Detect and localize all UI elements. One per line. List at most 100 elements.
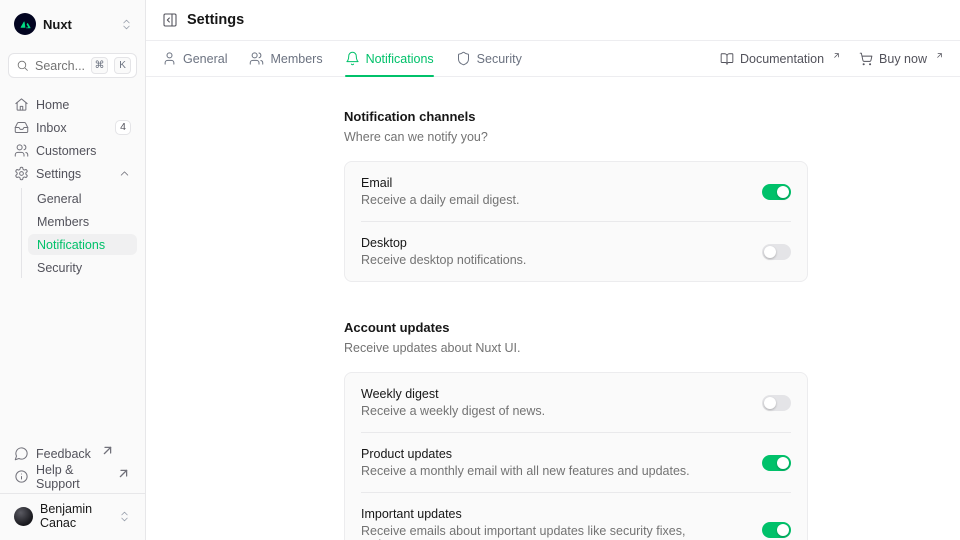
tab-bar: General Members Notifications Security D… <box>146 41 960 77</box>
action-label: Documentation <box>740 52 824 66</box>
section-title: Account updates <box>344 320 808 335</box>
email-toggle[interactable] <box>762 184 791 200</box>
setting-title: Desktop <box>361 236 746 250</box>
nuxt-logo-icon <box>14 13 36 35</box>
setting-title: Email <box>361 176 746 190</box>
setting-description: Receive emails about important updates l… <box>361 524 746 540</box>
setting-description: Receive a weekly digest of news. <box>361 404 746 418</box>
inbox-icon <box>14 120 29 135</box>
sidebar-subitem-members[interactable]: Members <box>28 211 137 232</box>
subitem-label: Members <box>37 215 89 229</box>
tab-label: Security <box>477 52 522 66</box>
kbd-command: ⌘ <box>91 57 108 74</box>
sidebar-nav: Home Inbox 4 Customers Settings General … <box>8 94 137 278</box>
section-title: Notification channels <box>344 109 808 124</box>
tab-members[interactable]: Members <box>249 41 322 76</box>
user-name: Benjamin Canac <box>40 502 111 530</box>
header-actions: Documentation Buy now <box>720 51 944 67</box>
external-link-icon <box>935 51 944 60</box>
sidebar-item-help-support[interactable]: Help & Support <box>8 466 137 487</box>
page-header: Settings <box>146 0 960 41</box>
gear-icon <box>14 166 29 181</box>
section-description: Receive updates about Nuxt UI. <box>344 341 808 355</box>
settings-card: Weekly digest Receive a weekly digest of… <box>344 372 808 540</box>
sidebar-footer: Feedback Help & Support <box>8 443 137 493</box>
search-input[interactable]: Search... ⌘ K <box>8 53 137 78</box>
sidebar-subitem-general[interactable]: General <box>28 188 137 209</box>
tab-security[interactable]: Security <box>456 41 522 76</box>
panel-collapse-icon[interactable] <box>162 12 178 28</box>
user-icon <box>162 51 177 66</box>
important-updates-toggle[interactable] <box>762 522 791 538</box>
setting-row-weekly-digest: Weekly digest Receive a weekly digest of… <box>345 373 807 432</box>
action-label: Buy now <box>879 52 927 66</box>
external-link-icon <box>116 466 131 481</box>
weekly-digest-toggle[interactable] <box>762 395 791 411</box>
subitem-label: General <box>37 192 81 206</box>
workspace-name: Nuxt <box>43 17 72 32</box>
search-placeholder: Search... <box>35 59 85 73</box>
user-menu[interactable]: Benjamin Canac <box>8 494 137 532</box>
section-description: Where can we notify you? <box>344 130 808 144</box>
setting-row-product-updates: Product updates Receive a monthly email … <box>345 433 807 492</box>
main-panel: Settings General Members Notifications S… <box>146 0 960 540</box>
product-updates-toggle[interactable] <box>762 455 791 471</box>
sidebar-item-feedback[interactable]: Feedback <box>8 443 137 464</box>
workspace-switcher[interactable]: Nuxt <box>8 8 137 40</box>
sidebar-spacer <box>8 278 137 443</box>
sidebar-item-settings[interactable]: Settings <box>8 163 137 184</box>
users-icon <box>249 51 264 66</box>
sidebar-subitem-notifications[interactable]: Notifications <box>28 234 137 255</box>
tab-label: General <box>183 52 227 66</box>
info-circle-icon <box>14 469 29 484</box>
sidebar-item-label: Customers <box>36 144 96 158</box>
inbox-count-badge: 4 <box>115 120 131 135</box>
sidebar-item-label: Settings <box>36 167 81 181</box>
setting-row-important-updates: Important updates Receive emails about i… <box>345 493 807 540</box>
chat-bubble-icon <box>14 446 29 461</box>
chevrons-up-down-icon <box>118 510 131 523</box>
chevron-up-icon <box>118 167 131 180</box>
tab-general[interactable]: General <box>162 41 227 76</box>
page-title: Settings <box>187 12 244 28</box>
search-icon <box>16 59 29 72</box>
sidebar-item-label: Home <box>36 98 69 112</box>
setting-title: Important updates <box>361 507 746 521</box>
sidebar-item-customers[interactable]: Customers <box>8 140 137 161</box>
setting-description: Receive a daily email digest. <box>361 193 746 207</box>
subitem-label: Security <box>37 261 82 275</box>
users-icon <box>14 143 29 158</box>
tab-label: Notifications <box>366 52 434 66</box>
tab-notifications[interactable]: Notifications <box>345 41 434 76</box>
sidebar-item-inbox[interactable]: Inbox 4 <box>8 117 137 138</box>
sidebar: Nuxt Search... ⌘ K Home Inbox 4 Customer… <box>0 0 146 540</box>
shopping-cart-icon <box>859 52 873 66</box>
desktop-toggle[interactable] <box>762 244 791 260</box>
buy-now-button[interactable]: Buy now <box>859 51 944 67</box>
sidebar-item-label: Inbox <box>36 121 67 135</box>
bell-icon <box>345 51 360 66</box>
setting-row-desktop: Desktop Receive desktop notifications. <box>345 222 807 281</box>
tab-label: Members <box>270 52 322 66</box>
subitem-label: Notifications <box>37 238 105 252</box>
setting-title: Product updates <box>361 447 746 461</box>
shield-icon <box>456 51 471 66</box>
sidebar-item-home[interactable]: Home <box>8 94 137 115</box>
user-avatar <box>14 507 33 526</box>
external-link-icon <box>832 51 841 60</box>
sidebar-item-label: Feedback <box>36 447 91 461</box>
section-notification-channels: Notification channels Where can we notif… <box>344 109 808 282</box>
section-account-updates: Account updates Receive updates about Nu… <box>344 320 808 540</box>
setting-row-email: Email Receive a daily email digest. <box>345 162 807 221</box>
setting-description: Receive a monthly email with all new fea… <box>361 464 746 478</box>
sidebar-item-label: Help & Support <box>36 463 107 491</box>
chevrons-up-down-icon <box>120 18 133 31</box>
documentation-link[interactable]: Documentation <box>720 51 841 67</box>
settings-card: Email Receive a daily email digest. Desk… <box>344 161 808 282</box>
setting-description: Receive desktop notifications. <box>361 253 746 267</box>
settings-subnav: General Members Notifications Security <box>21 188 137 278</box>
setting-title: Weekly digest <box>361 387 746 401</box>
book-open-icon <box>720 52 734 66</box>
home-icon <box>14 97 29 112</box>
sidebar-subitem-security[interactable]: Security <box>28 257 137 278</box>
